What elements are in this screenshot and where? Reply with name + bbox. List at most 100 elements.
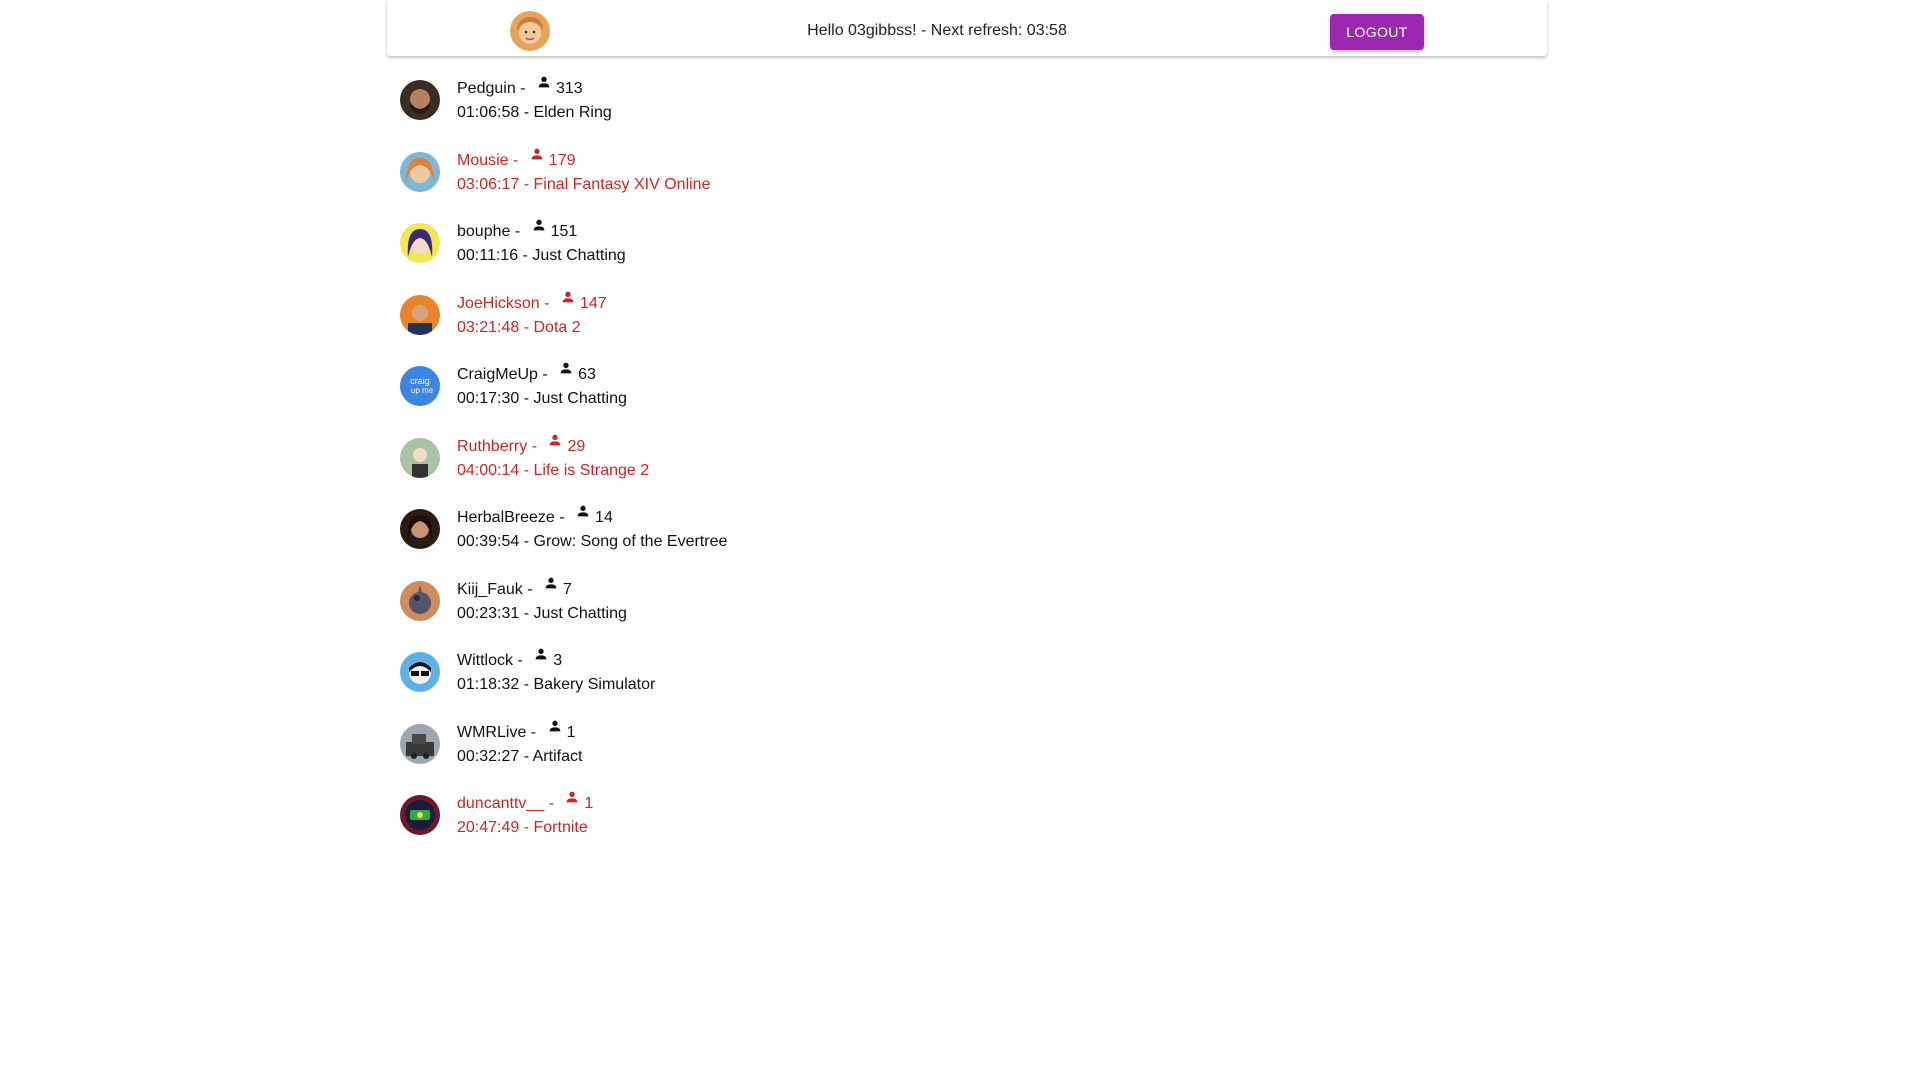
separator: -: [513, 652, 528, 669]
stream-game: Life is Strange 2: [533, 461, 650, 479]
stream-uptime: 03:06:17: [457, 175, 520, 193]
streamer-avatar: [400, 223, 440, 263]
streamer-name: duncanttv__: [457, 795, 545, 812]
viewer-count: 147: [579, 294, 607, 312]
streamer-name: WMRLive: [457, 723, 527, 741]
stream-title-line: Kiij_Fauk - 7: [457, 575, 627, 602]
separator: -: [518, 247, 533, 264]
streamer-name: CraigMeUp: [457, 366, 538, 383]
greeting-text: Hello 03gibbss! - Next refresh: 03:58: [387, 21, 1487, 41]
separator: -: [544, 795, 559, 812]
stream-title-line: HerbalBreeze - 14: [457, 503, 727, 530]
svg-text:up me: up me: [411, 386, 434, 395]
streamer-avatar-icon: [400, 580, 440, 621]
viewer-count: 29: [567, 437, 586, 455]
svg-text:craig: craig: [410, 376, 430, 386]
viewer-count: 1: [584, 795, 594, 812]
streamer-name: JoeHickson: [457, 294, 540, 312]
viewer-count: 63: [578, 366, 596, 383]
streamer-avatar: [400, 294, 440, 335]
separator: -: [519, 318, 534, 336]
streamer-avatar-icon: [400, 723, 440, 764]
viewer-count: 313: [555, 80, 583, 97]
streamer-avatar: [400, 723, 440, 764]
viewer-count: 1: [566, 723, 576, 741]
separator: -: [519, 533, 534, 550]
stream-title-line: CraigMeUp - 63: [457, 360, 627, 387]
stream-info: Wittlock - 3 01:18:32 - Bakery Simulator: [457, 646, 656, 697]
separator: -: [539, 294, 554, 312]
stream-uptime: 00:32:27: [457, 747, 520, 765]
stream-game: Artifact: [532, 747, 583, 765]
streamer-avatar: [400, 652, 440, 692]
streamer-name: bouphe: [457, 223, 511, 240]
refresh-countdown: 03:58: [1026, 22, 1067, 39]
viewer-count: 7: [563, 580, 572, 598]
person-icon: [529, 146, 545, 162]
streamer-avatar: [400, 795, 440, 835]
stream-title-line: Ruthberry - 29: [457, 432, 649, 459]
stream-uptime: 20:47:49: [457, 819, 520, 836]
stream-info: duncanttv__ - 1 20:47:49 - Fortnite: [457, 791, 594, 840]
separator: -: [515, 80, 530, 97]
stream-title-line: bouphe - 151: [457, 219, 626, 244]
streamer-avatar: [400, 437, 440, 478]
stream-game: Bakery Simulator: [533, 676, 656, 693]
person-icon: [543, 575, 559, 591]
person-icon: [558, 360, 574, 376]
streamer-avatar: craig up me: [400, 366, 440, 406]
stream-detail-line: 03:21:48 - Dota 2: [457, 316, 607, 340]
stream-detail-line: 01:06:58 - Elden Ring: [457, 101, 612, 125]
stream-info: Ruthberry - 29 04:00:14 - Life is Strange…: [457, 432, 650, 483]
greeting-prefix: Hello: [807, 22, 849, 39]
stream-info: CraigMeUp - 63 00:17:30 - Just Chatting: [457, 360, 627, 411]
username: 03gibbss: [848, 22, 913, 39]
stream-info: Kiij_Fauk - 7 00:23:31 - Just Chatting: [457, 575, 627, 626]
separator: -: [526, 723, 541, 741]
stream-title-line: Wittlock - 3: [457, 646, 655, 673]
stream-game: Final Fantasy XIV Online: [533, 175, 711, 193]
stream-uptime: 00:23:31: [457, 604, 520, 622]
stream-info: Mousie - 179 03:06:17 - Final Fantasy XIV…: [457, 146, 711, 197]
streamer-avatar-icon: [400, 795, 440, 835]
streamer-avatar: [400, 580, 440, 621]
stream-game: Just Chatting: [532, 247, 626, 264]
person-icon: [547, 432, 563, 448]
separator: -: [508, 151, 523, 169]
viewer-count: 14: [595, 509, 613, 526]
stream-detail-line: 00:39:54 - Grow: Song of the Evertree: [457, 530, 727, 554]
separator: -: [519, 104, 534, 121]
streamer-name: Ruthberry: [457, 437, 528, 455]
stream-title-line: WMRLive - 1: [457, 718, 582, 745]
streamer-avatar-icon: [400, 652, 440, 692]
streamer-avatar-icon: craigup me: [400, 366, 440, 406]
separator: -: [519, 461, 534, 479]
separator: -: [537, 366, 553, 383]
streamer-avatar-icon: [400, 223, 440, 263]
person-icon: [536, 74, 552, 90]
streamer-avatar-icon: [400, 437, 440, 478]
stream-info: HerbalBreeze - 14 00:39:54 - Grow: Song o…: [457, 503, 727, 554]
logout-button[interactable]: LOGOUT: [1330, 14, 1424, 50]
stream-uptime: 00:11:16: [457, 247, 519, 264]
separator: -: [554, 509, 570, 526]
streamer-name: Wittlock: [457, 652, 513, 669]
stream-title-line: Mousie - 179: [457, 146, 710, 173]
person-icon: [533, 646, 549, 662]
streamer-avatar-icon: [400, 151, 440, 192]
stream-game: Elden Ring: [533, 104, 612, 121]
streamer-avatar-icon: [400, 294, 440, 335]
separator: -: [527, 437, 542, 455]
streamer-avatar-icon: [400, 80, 440, 120]
stream-uptime: 04:00:14: [457, 461, 520, 479]
person-icon: [575, 503, 591, 519]
stream-info: JoeHickson - 147 03:21:48 - Dota 2: [457, 291, 607, 340]
person-icon: [547, 718, 563, 734]
stream-detail-line: 00:17:30 - Just Chatting: [457, 387, 627, 411]
stream-info: WMRLive - 1 00:32:27 - Artifact: [457, 718, 583, 769]
stream-uptime: 01:06:58: [457, 104, 520, 121]
stream-game: Just Chatting: [533, 604, 627, 622]
streamer-avatar: [400, 80, 440, 120]
separator: -: [519, 175, 534, 193]
stream-title-line: duncanttv__ - 1: [457, 791, 594, 816]
